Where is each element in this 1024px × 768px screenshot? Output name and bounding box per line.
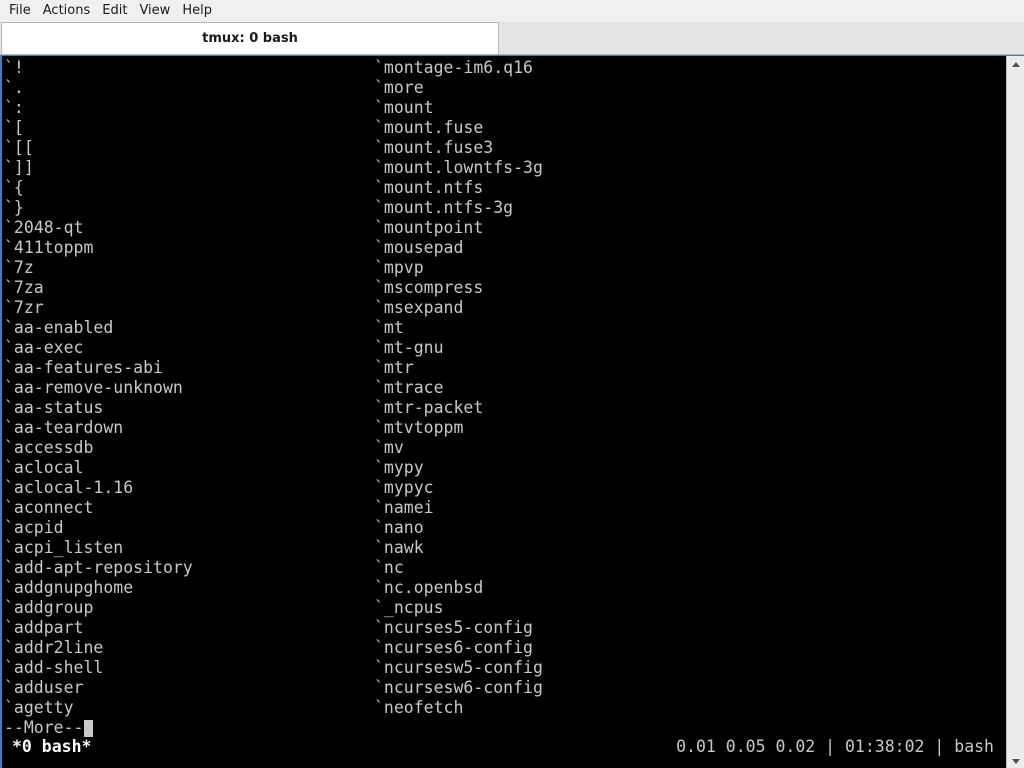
completion-column-left: `! `. `: `[`[[`]] `{`} `2048-qt `411toppm `7z `7… bbox=[4, 58, 193, 718]
completion-entry: `. bbox=[4, 78, 24, 97]
completion-entry: `nano bbox=[374, 518, 424, 537]
completion-entry: `nc bbox=[374, 558, 404, 577]
completion-entry: `} bbox=[4, 198, 24, 217]
completion-entry: `mtrace bbox=[374, 378, 444, 397]
completion-entry: `neofetch bbox=[374, 698, 464, 717]
menu-help[interactable]: Help bbox=[176, 0, 218, 22]
completion-entry: `acpi_listen bbox=[4, 538, 124, 557]
completion-entry: `mount.ntfs-3g bbox=[374, 198, 514, 217]
tab-bar: tmux: 0 bash bbox=[0, 22, 1024, 55]
completion-entry: `mscompress bbox=[374, 278, 484, 297]
completion-entry: `adduser bbox=[4, 678, 84, 697]
pager-prompt-line: --More-- bbox=[4, 718, 94, 738]
completion-entry: `mtvtoppm bbox=[374, 418, 464, 437]
tmux-window-label[interactable]: *0 bash* bbox=[12, 737, 91, 757]
completion-entry: `7za bbox=[4, 278, 44, 297]
completion-entry: `{ bbox=[4, 178, 24, 197]
completion-entry: `mount bbox=[374, 98, 434, 117]
completion-entry: `_ncpus bbox=[374, 598, 444, 617]
completion-entry: `mypyc bbox=[374, 478, 434, 497]
pager-prompt: --More-- bbox=[4, 718, 84, 737]
completion-entry: `ncurses5-config bbox=[374, 618, 533, 637]
completion-entry: `: bbox=[4, 98, 24, 117]
completion-entry: `aa-exec bbox=[4, 338, 84, 357]
completion-entry: `nawk bbox=[374, 538, 424, 557]
tmux-status-right: 0.01 0.05 0.02 | 01:38:02 | bash bbox=[676, 737, 994, 756]
completion-entry: `! bbox=[4, 58, 24, 77]
completion-entry: `411toppm bbox=[4, 238, 94, 257]
terminal-view[interactable]: `! `. `: `[`[[`]] `{`} `2048-qt `411toppm `7z `7… bbox=[0, 55, 1024, 768]
completion-entry: `add-apt-repository bbox=[4, 558, 193, 577]
completion-entry: `ncursesw5-config bbox=[374, 658, 543, 677]
completion-entry: `aclocal-1.16 bbox=[4, 478, 134, 497]
completion-entry: `mount.fuse3 bbox=[374, 138, 494, 157]
completion-entry: `mount.ntfs bbox=[374, 178, 484, 197]
completion-entry: `aclocal bbox=[4, 458, 84, 477]
completion-entry: `mv bbox=[374, 438, 404, 457]
app-window: File Actions Edit View Help tmux: 0 bash… bbox=[0, 0, 1024, 768]
completion-entry: `mtr bbox=[374, 358, 414, 377]
completion-entry: `acpid bbox=[4, 518, 64, 537]
completion-entry: `montage-im6.q16 bbox=[374, 58, 533, 77]
completion-entry: `add-shell bbox=[4, 658, 104, 677]
tab-title: tmux: 0 bash bbox=[202, 31, 298, 46]
completion-entry: `mountpoint bbox=[374, 218, 484, 237]
menu-bar: File Actions Edit View Help bbox=[0, 0, 1024, 22]
completion-entry: `addgnupghome bbox=[4, 578, 134, 597]
completion-entry: `aconnect bbox=[4, 498, 94, 517]
completion-entry: `nc.openbsd bbox=[374, 578, 484, 597]
completion-entry: `more bbox=[374, 78, 424, 97]
completion-entry: `mt-gnu bbox=[374, 338, 444, 357]
completion-entry: `namei bbox=[374, 498, 434, 517]
tab-tmux-bash[interactable]: tmux: 0 bash bbox=[1, 22, 499, 54]
completion-column-right: `montage-im6.q16 `more `mount `mount.fuse `m… bbox=[374, 58, 543, 718]
completion-entry: `mypy bbox=[374, 458, 424, 477]
completion-entry: `aa-features-abi bbox=[4, 358, 163, 377]
completion-entry: `mtr-packet bbox=[374, 398, 484, 417]
completion-entry: `addr2line bbox=[4, 638, 104, 657]
completion-entry: `ncursesw6-config bbox=[374, 678, 543, 697]
completion-entry: `aa-teardown bbox=[4, 418, 124, 437]
completion-entry: `[ bbox=[4, 118, 24, 137]
completion-entry: `mousepad bbox=[374, 238, 464, 257]
completion-entry: `addgroup bbox=[4, 598, 94, 617]
scroll-up-arrow-icon[interactable] bbox=[1007, 56, 1024, 72]
completion-entry: `mt bbox=[374, 318, 404, 337]
completion-entry: `aa-enabled bbox=[4, 318, 114, 337]
completion-entry: `mount.fuse bbox=[374, 118, 484, 137]
completion-entry: `mpvp bbox=[374, 258, 424, 277]
scroll-down-arrow-icon[interactable] bbox=[1007, 753, 1024, 768]
menu-actions[interactable]: Actions bbox=[37, 0, 97, 22]
completion-entry: `ncurses6-config bbox=[374, 638, 533, 657]
completion-entry: `7zr bbox=[4, 298, 44, 317]
completion-entry: `mount.lowntfs-3g bbox=[374, 158, 543, 177]
menu-edit[interactable]: Edit bbox=[96, 0, 133, 22]
completion-entry: `agetty bbox=[4, 698, 74, 717]
completion-entry: `]] bbox=[4, 158, 34, 177]
completion-entry: `accessdb bbox=[4, 438, 94, 457]
completion-entry: `aa-status bbox=[4, 398, 104, 417]
menu-view[interactable]: View bbox=[133, 0, 176, 22]
completion-entry: `addpart bbox=[4, 618, 84, 637]
terminal-scrollbar[interactable] bbox=[1006, 56, 1024, 768]
terminal-cursor bbox=[84, 719, 94, 737]
completion-entry: `msexpand bbox=[374, 298, 464, 317]
completion-entry: `7z bbox=[4, 258, 34, 277]
completion-entry: `aa-remove-unknown bbox=[4, 378, 183, 397]
completion-entry: `[[ bbox=[4, 138, 34, 157]
menu-file[interactable]: File bbox=[3, 0, 37, 22]
completion-entry: `2048-qt bbox=[4, 218, 84, 237]
